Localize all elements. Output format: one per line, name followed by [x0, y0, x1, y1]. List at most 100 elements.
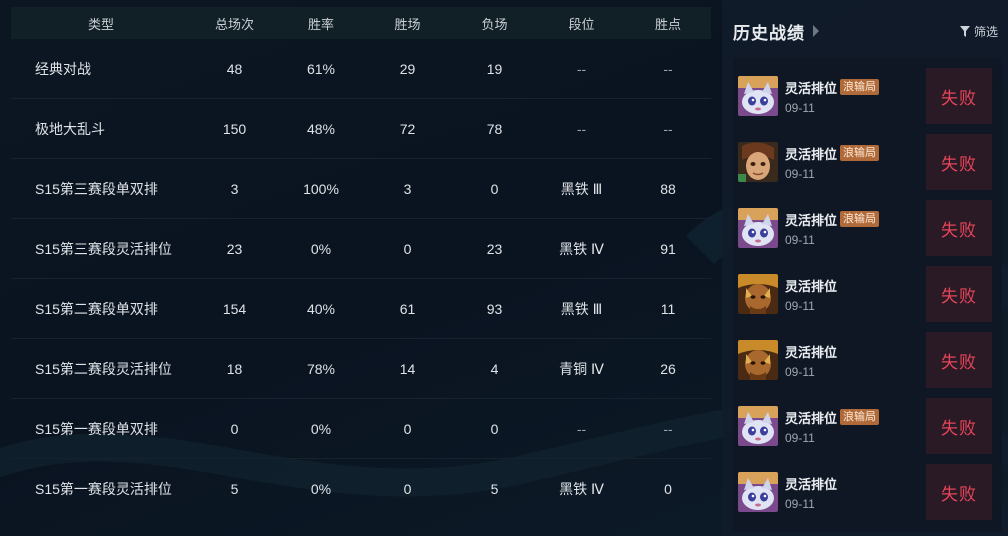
cell-losses: 0 [490, 180, 499, 197]
match-item[interactable]: 灵活排位 浪输局 09-11 失败 [736, 398, 1002, 454]
cell-losses: 19 [486, 60, 503, 77]
cell-type: S15第二赛段灵活排位 [35, 360, 172, 377]
match-tag-badge: 浪输局 [840, 409, 880, 425]
cell-tier: 黑铁 Ⅳ [559, 240, 604, 257]
cell-total: 150 [222, 120, 247, 137]
header-lp: 胜点 [654, 16, 681, 32]
cell-wins: 29 [399, 60, 416, 77]
match-date: 09-11 [785, 298, 815, 313]
match-history-panel: 历史战绩 筛选 灵活排位 浪输局 09-11 失败 灵活排位 浪输局 09-11… [722, 0, 1008, 536]
cell-lp: 26 [660, 360, 676, 377]
cell-losses: 78 [486, 120, 503, 137]
cell-lp: 11 [660, 300, 676, 317]
cell-wins: 3 [403, 180, 412, 197]
match-result: 失败 [926, 332, 992, 388]
cell-tier: -- [576, 420, 587, 437]
cell-type: S15第三赛段灵活排位 [35, 240, 172, 257]
cell-wins: 61 [399, 300, 416, 317]
champion-boy-icon [738, 142, 778, 182]
match-result: 失败 [926, 200, 992, 256]
table-row: S15第三赛段单双排 3 100% 3 0 黑铁 Ⅲ 88 [11, 159, 711, 219]
cell-wins: 0 [403, 481, 412, 497]
match-item[interactable]: 灵活排位 浪输局 09-11 失败 [736, 68, 1002, 124]
champion-warrior-icon [738, 340, 778, 380]
header-type: 类型 [87, 16, 114, 32]
match-item[interactable]: 灵活排位 浪输局 09-11 失败 [736, 134, 1002, 190]
cell-type: S15第三赛段单双排 [35, 180, 158, 197]
cell-wins: 72 [399, 120, 416, 137]
table-row: S15第二赛段灵活排位 18 78% 14 4 青铜 Ⅳ 26 [11, 339, 711, 399]
match-date: 09-11 [785, 166, 815, 181]
match-mode: 灵活排位 [785, 212, 838, 228]
cell-total: 5 [230, 481, 239, 497]
match-list: 灵活排位 浪输局 09-11 失败 灵活排位 浪输局 09-11 失败 灵活排位… [733, 58, 1002, 532]
stats-table-header: 类型 总场次 胜率 胜场 负场 段位 胜点 [11, 7, 711, 39]
filter-button[interactable]: 筛选 [959, 23, 998, 40]
cell-losses: 23 [486, 240, 503, 257]
match-result: 失败 [926, 134, 992, 190]
chevron-right-icon[interactable] [813, 25, 819, 37]
cell-rate: 78% [306, 360, 336, 377]
match-mode: 灵活排位 [785, 476, 838, 492]
cell-lp: 0 [664, 481, 672, 497]
cell-wins: 0 [403, 420, 412, 437]
cell-losses: 0 [490, 420, 499, 437]
match-date: 09-11 [785, 364, 815, 379]
match-result: 失败 [926, 398, 992, 454]
match-mode: 灵活排位 [785, 146, 838, 162]
cell-tier: -- [576, 120, 587, 137]
cell-total: 0 [230, 420, 239, 437]
match-tag-badge: 浪输局 [840, 211, 880, 227]
match-mode: 灵活排位 [785, 410, 838, 426]
champion-warrior-icon [738, 274, 778, 314]
cell-total: 154 [222, 300, 247, 317]
match-item[interactable]: 灵活排位 09-11 失败 [736, 464, 1002, 520]
header-rate: 胜率 [307, 16, 334, 32]
cell-type: S15第一赛段单双排 [35, 420, 158, 437]
cell-rate: 48% [306, 120, 336, 137]
match-date: 09-11 [785, 232, 815, 247]
match-mode: 灵活排位 [785, 344, 838, 360]
cell-type: S15第二赛段单双排 [35, 300, 158, 317]
match-mode: 灵活排位 [785, 80, 838, 96]
funnel-icon [959, 25, 970, 37]
table-row: S15第一赛段单双排 0 0% 0 0 -- -- [11, 399, 711, 459]
cell-tier: 黑铁 Ⅳ [559, 481, 604, 497]
match-date: 09-11 [785, 100, 815, 115]
cell-lp: 88 [660, 180, 676, 197]
cell-total: 23 [226, 240, 243, 257]
cell-wins: 0 [403, 240, 412, 257]
table-row: S15第一赛段灵活排位 5 0% 0 5 黑铁 Ⅳ 0 [11, 459, 711, 519]
yuumi-cat-icon [738, 208, 778, 248]
cell-rate: 0% [310, 420, 332, 437]
match-tag-badge: 浪输局 [840, 79, 880, 95]
cell-lp: 91 [660, 240, 676, 257]
header-losses: 负场 [481, 16, 508, 32]
match-item[interactable]: 灵活排位 09-11 失败 [736, 266, 1002, 322]
match-item[interactable]: 灵活排位 浪输局 09-11 失败 [736, 200, 1002, 256]
match-date: 09-11 [785, 496, 815, 511]
match-tag-badge: 浪输局 [840, 145, 880, 161]
match-date: 09-11 [785, 430, 815, 445]
match-history-header: 历史战绩 筛选 [733, 19, 998, 44]
cell-total: 18 [226, 360, 243, 377]
cell-tier: 黑铁 Ⅲ [560, 180, 603, 197]
header-wins: 胜场 [394, 16, 421, 32]
cell-rate: 0% [310, 481, 332, 497]
yuumi-cat-icon [738, 76, 778, 116]
yuumi-cat-icon [738, 472, 778, 512]
cell-rate: 100% [303, 180, 339, 197]
cell-wins: 14 [399, 360, 416, 377]
table-row: S15第三赛段灵活排位 23 0% 0 23 黑铁 Ⅳ 91 [11, 219, 711, 279]
cell-lp: -- [663, 120, 673, 137]
match-result: 失败 [926, 464, 992, 520]
header-tier: 段位 [568, 16, 595, 32]
filter-label: 筛选 [973, 24, 998, 39]
cell-tier: 黑铁 Ⅲ [560, 300, 603, 317]
match-item[interactable]: 灵活排位 09-11 失败 [736, 332, 1002, 388]
match-mode: 灵活排位 [785, 278, 838, 294]
cell-rate: 61% [306, 60, 336, 77]
cell-lp: -- [663, 60, 673, 77]
table-row: 经典对战 48 61% 29 19 -- -- [11, 39, 711, 99]
match-history-title[interactable]: 历史战绩 [733, 19, 805, 44]
